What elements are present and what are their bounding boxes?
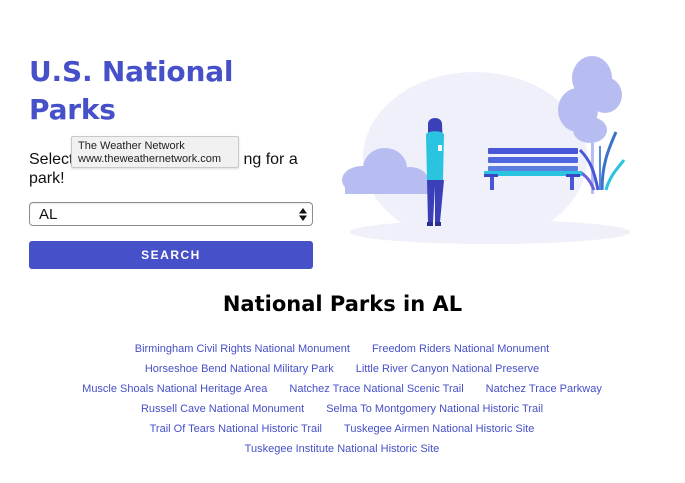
park-link[interactable]: Natchez Trace National Scenic Trail <box>289 379 463 399</box>
page-title-line1: U.S. National <box>29 55 234 88</box>
select-prompt-start: Select <box>29 151 74 168</box>
park-link-row: Russell Cave National Monument Selma To M… <box>62 399 622 419</box>
park-link[interactable]: Natchez Trace Parkway <box>486 379 602 399</box>
park-illustration <box>342 56 630 244</box>
select-prompt-end: ng for a <box>243 151 298 168</box>
search-button[interactable]: SEARCH <box>29 241 313 269</box>
page: U.S. National Parks Select ng for a park!… <box>0 0 685 483</box>
park-link[interactable]: Birmingham Civil Rights National Monumen… <box>135 339 350 359</box>
park-link[interactable]: Tuskegee Airmen National Historic Site <box>344 419 534 439</box>
park-link[interactable]: Selma To Montgomery National Historic Tr… <box>326 399 543 419</box>
page-title-line2: Parks <box>29 93 116 126</box>
select-prompt-line2: park! <box>29 170 65 187</box>
park-link-list: Birmingham Civil Rights National Monumen… <box>62 339 622 459</box>
park-link-row: Trail Of Tears National Historic Trail Tu… <box>62 419 622 439</box>
page-title: U.S. National Parks <box>29 53 289 129</box>
results-heading: National Parks in AL <box>222 292 463 316</box>
park-link[interactable]: Freedom Riders National Monument <box>372 339 549 359</box>
park-link[interactable]: Russell Cave National Monument <box>141 399 304 419</box>
tooltip-url: www.theweathernetwork.com <box>78 153 222 165</box>
state-select-value: AL <box>39 206 58 223</box>
link-tooltip: The Weather Network www.theweathernetwor… <box>71 136 239 168</box>
state-select[interactable]: AL <box>29 202 313 226</box>
tooltip-title: The Weather Network <box>78 140 185 152</box>
park-link[interactable]: Muscle Shoals National Heritage Area <box>82 379 267 399</box>
updown-arrows-icon <box>299 208 307 221</box>
park-link-row: Muscle Shoals National Heritage Area Natc… <box>62 379 622 399</box>
park-link[interactable]: Horseshoe Bend National Military Park <box>145 359 334 379</box>
park-link[interactable]: Little River Canyon National Preserve <box>356 359 539 379</box>
park-link-row: Horseshoe Bend National Military Park Lit… <box>62 359 622 379</box>
park-link-row: Tuskegee Institute National Historic Sit… <box>62 439 622 459</box>
park-link-row: Birmingham Civil Rights National Monumen… <box>62 339 622 359</box>
park-link[interactable]: Trail Of Tears National Historic Trail <box>150 419 322 439</box>
park-link[interactable]: Tuskegee Institute National Historic Sit… <box>245 439 440 459</box>
